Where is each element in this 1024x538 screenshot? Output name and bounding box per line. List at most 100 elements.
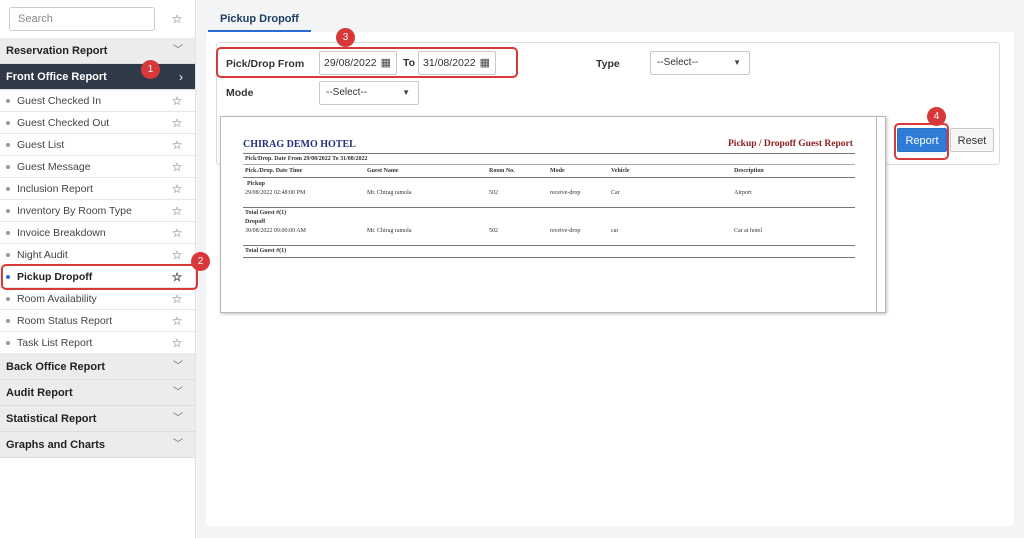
- to-date-input[interactable]: 31/08/2022 ▦: [418, 51, 496, 75]
- divider: [243, 257, 855, 258]
- divider: [243, 177, 855, 178]
- group-statistical-report[interactable]: Statistical Report ﹀: [0, 406, 195, 432]
- page-edge: [876, 117, 877, 312]
- group-front-office-report[interactable]: Front Office Report ›: [0, 64, 195, 90]
- type-select[interactable]: --Select-- ▼: [650, 51, 750, 75]
- col-description: Description: [734, 168, 764, 174]
- from-date-input[interactable]: 29/08/2022 ▦: [319, 51, 397, 75]
- bullet-icon: [6, 253, 10, 257]
- col-mode: Mode: [550, 168, 565, 174]
- chevron-down-icon: ﹀: [173, 413, 183, 424]
- group-label: Front Office Report: [6, 71, 107, 83]
- search-input[interactable]: Search: [9, 7, 155, 31]
- sidebar: Search ☆ Reservation Report ﹀ Front Offi…: [0, 0, 196, 538]
- divider: [243, 245, 855, 246]
- mode-select[interactable]: --Select-- ▼: [319, 81, 419, 105]
- bullet-icon: [6, 165, 10, 169]
- chevron-down-icon: ﹀: [173, 45, 183, 56]
- sidebar-item-invoice-breakdown[interactable]: Invoice Breakdown ☆: [0, 222, 195, 244]
- star-icon[interactable]: ☆: [171, 315, 183, 327]
- chevron-down-icon: ﹀: [173, 439, 183, 450]
- group-label: Audit Report: [6, 387, 73, 399]
- cell: Airport: [734, 190, 752, 196]
- star-icon[interactable]: ☆: [171, 95, 183, 107]
- bullet-icon: [6, 341, 10, 345]
- cell: receive-drop: [550, 228, 581, 234]
- from-date-value: 29/08/2022: [324, 57, 377, 69]
- tab-pickup-dropoff[interactable]: Pickup Dropoff: [208, 10, 311, 32]
- cell: 502: [489, 190, 498, 196]
- star-icon[interactable]: ☆: [171, 139, 183, 151]
- col-room-no: Room No.: [489, 168, 515, 174]
- sidebar-item-inclusion-report[interactable]: Inclusion Report ☆: [0, 178, 195, 200]
- section-dropoff: Dropoff: [245, 219, 266, 225]
- group-back-office-report[interactable]: Back Office Report ﹀: [0, 354, 195, 380]
- star-icon[interactable]: ☆: [171, 271, 183, 283]
- bullet-icon: [6, 121, 10, 125]
- sidebar-item-label: Room Status Report: [17, 315, 113, 327]
- sidebar-item-label: Inclusion Report: [17, 183, 93, 195]
- chevron-down-icon: ﹀: [173, 361, 183, 372]
- cell: Car at hotel: [734, 228, 762, 234]
- star-icon[interactable]: ☆: [171, 337, 183, 349]
- total-guest: Total Guest #(1): [245, 210, 287, 216]
- sidebar-item-guest-list[interactable]: Guest List ☆: [0, 134, 195, 156]
- sidebar-item-guest-message[interactable]: Guest Message ☆: [0, 156, 195, 178]
- group-audit-report[interactable]: Audit Report ﹀: [0, 380, 195, 406]
- bullet-icon: [6, 297, 10, 301]
- mode-select-value: --Select--: [326, 87, 368, 98]
- report-title: Pickup / Dropoff Guest Report: [728, 139, 853, 149]
- cell: Car: [611, 190, 620, 196]
- sidebar-item-night-audit[interactable]: Night Audit ☆: [0, 244, 195, 266]
- bullet-icon: [6, 99, 10, 103]
- star-icon[interactable]: ☆: [171, 227, 183, 239]
- col-date-time: Pick./Drop. Date Time: [245, 168, 303, 174]
- step-badge-1: 1: [141, 60, 160, 79]
- cell: car: [611, 228, 619, 234]
- star-icon[interactable]: ☆: [171, 249, 183, 261]
- calendar-icon[interactable]: ▦: [381, 52, 391, 74]
- hotel-name: CHIRAG DEMO HOTEL: [243, 139, 356, 150]
- report-button[interactable]: Report: [897, 128, 947, 152]
- sidebar-item-label: Night Audit: [17, 249, 68, 261]
- star-icon[interactable]: ☆: [171, 13, 183, 25]
- sidebar-item-room-availability[interactable]: Room Availability ☆: [0, 288, 195, 310]
- type-select-value: --Select--: [657, 57, 699, 68]
- sidebar-item-label: Inventory By Room Type: [17, 205, 132, 217]
- star-icon[interactable]: ☆: [171, 161, 183, 173]
- sidebar-item-pickup-dropoff[interactable]: Pickup Dropoff ☆: [0, 266, 195, 288]
- star-icon[interactable]: ☆: [171, 183, 183, 195]
- sidebar-item-guest-checked-in[interactable]: Guest Checked In ☆: [0, 90, 195, 112]
- bullet-icon: [6, 275, 10, 279]
- divider: [243, 207, 855, 208]
- sidebar-item-room-status-report[interactable]: Room Status Report ☆: [0, 310, 195, 332]
- step-badge-2: 2: [191, 252, 210, 271]
- bullet-icon: [6, 143, 10, 147]
- reset-button[interactable]: Reset: [950, 128, 994, 152]
- sidebar-item-task-list-report[interactable]: Task List Report ☆: [0, 332, 195, 354]
- sidebar-item-guest-checked-out[interactable]: Guest Checked Out ☆: [0, 112, 195, 134]
- calendar-icon[interactable]: ▦: [480, 52, 490, 74]
- chevron-down-icon: ﹀: [173, 387, 183, 398]
- star-icon[interactable]: ☆: [171, 205, 183, 217]
- group-reservation-report[interactable]: Reservation Report ﹀: [0, 38, 195, 64]
- sidebar-item-inventory-by-room-type[interactable]: Inventory By Room Type ☆: [0, 200, 195, 222]
- divider: [243, 164, 855, 165]
- search-row: Search ☆: [0, 0, 195, 38]
- pick-drop-from-label: Pick/Drop From: [226, 58, 305, 70]
- cell: receive-drop: [550, 190, 581, 196]
- col-vehicle: Vehicle: [611, 168, 630, 174]
- cell: 30/08/2022 09:00:00 AM: [245, 228, 307, 234]
- report-preview: CHIRAG DEMO HOTEL Pickup / Dropoff Guest…: [220, 116, 886, 313]
- mode-label: Mode: [226, 87, 254, 99]
- section-pickup: Pickup: [247, 181, 266, 187]
- total-guest: Total Guest #(1): [245, 248, 287, 254]
- bullet-icon: [6, 187, 10, 191]
- cell: Mr. Chirag ramola: [367, 190, 412, 196]
- star-icon[interactable]: ☆: [171, 117, 183, 129]
- sidebar-item-label: Guest Checked Out: [17, 117, 110, 129]
- star-icon[interactable]: ☆: [171, 293, 183, 305]
- date-range-text: Pick/Drop. Date From 29/08/2022 To 31/08…: [245, 156, 368, 162]
- sidebar-item-label: Pickup Dropoff: [17, 271, 93, 283]
- group-graphs-and-charts[interactable]: Graphs and Charts ﹀: [0, 432, 195, 458]
